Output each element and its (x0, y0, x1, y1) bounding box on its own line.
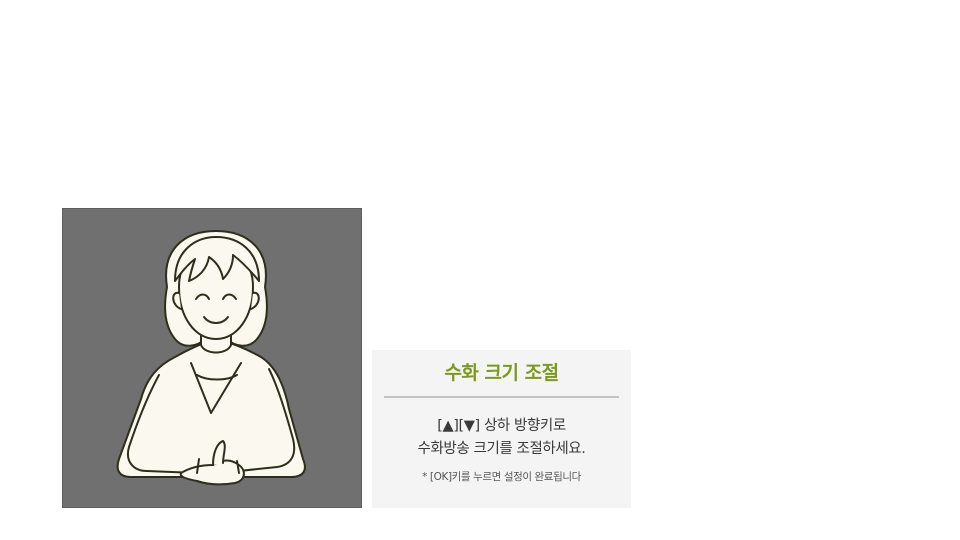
panel-title: 수화 크기 조절 (444, 362, 559, 384)
panel-divider (384, 396, 619, 398)
sign-language-window (62, 208, 362, 508)
instruction-line-1: [▲][▼] 상하 방향키로 (437, 418, 566, 434)
sign-interpreter-illustration (116, 230, 306, 486)
instruction-line-2: 수화방송 크기를 조절하세요. (417, 441, 586, 457)
sign-size-panel: 수화 크기 조절 [▲][▼] 상하 방향키로 수화방송 크기를 조절하세요. … (372, 350, 631, 508)
screen: 수화 크기 조절 [▲][▼] 상하 방향키로 수화방송 크기를 조절하세요. … (0, 0, 960, 540)
ok-key-note: * [OK]키를 누르면 설정이 완료됩니다 (422, 471, 581, 483)
